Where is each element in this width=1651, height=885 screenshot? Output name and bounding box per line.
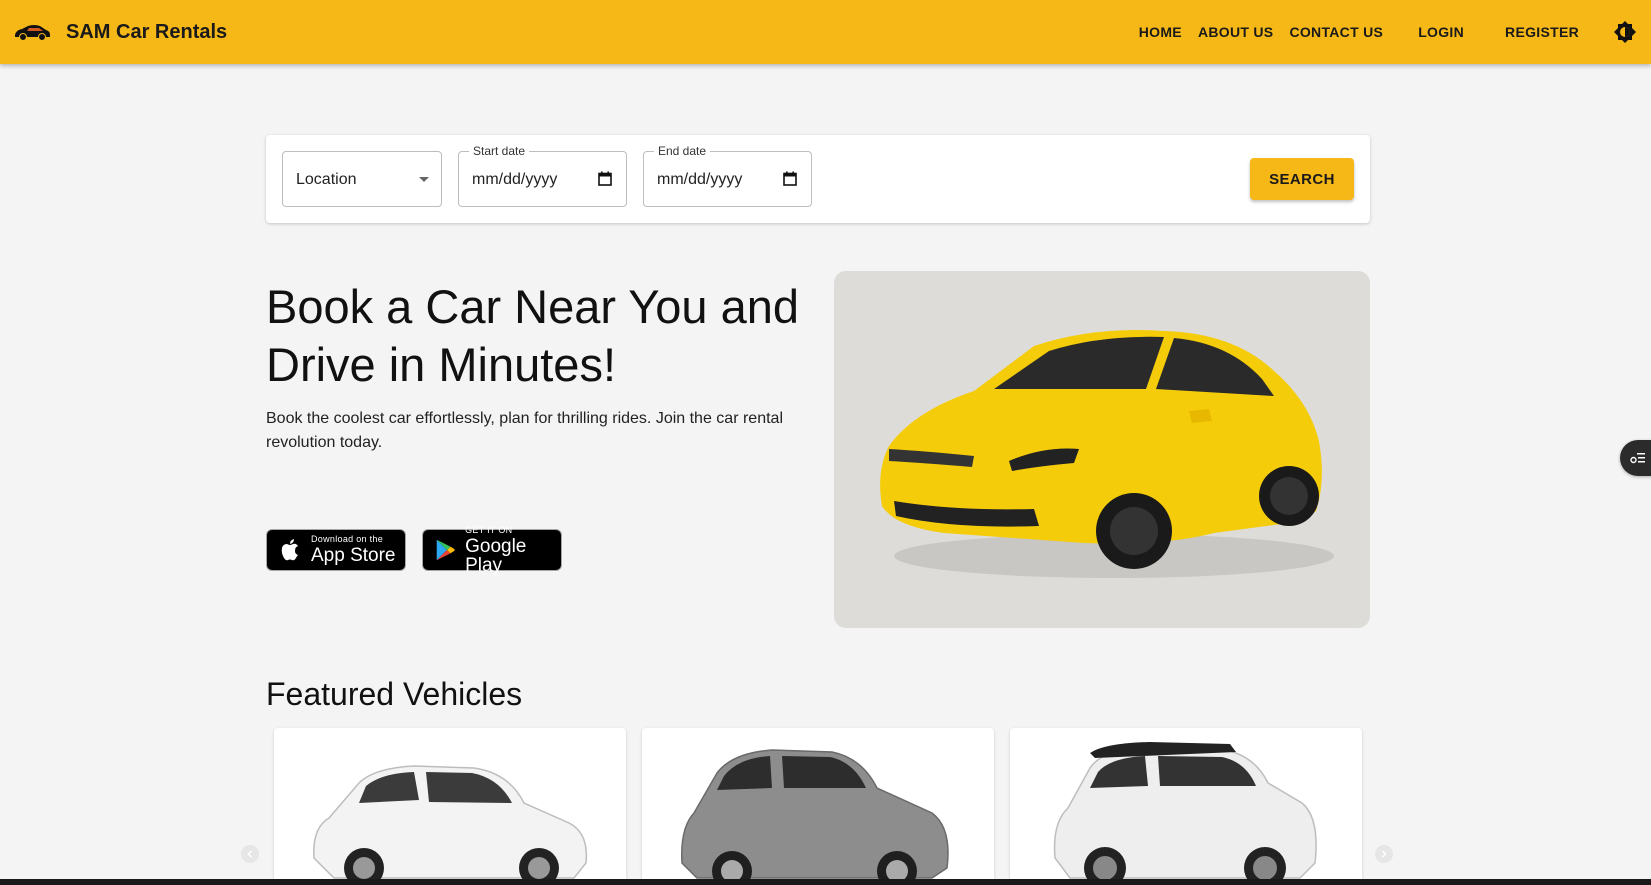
nav-about-us[interactable]: ABOUT US	[1198, 24, 1274, 40]
start-date-field[interactable]: Start date mm/dd/yyyy	[458, 144, 627, 207]
start-date-value: mm/dd/yyyy	[472, 171, 558, 188]
chevron-left-icon	[247, 850, 253, 858]
google-play-small-text: GET IT ON	[465, 524, 513, 535]
app-store-big-text: App Store	[311, 545, 396, 566]
nav-contact-us[interactable]: CONTACT US	[1289, 24, 1383, 40]
bottom-bar	[0, 879, 1651, 885]
brand[interactable]: SAM Car Rentals	[12, 20, 227, 44]
carousel-prev-button[interactable]	[241, 845, 259, 863]
white-hatchback-image	[313, 765, 588, 885]
nav-login[interactable]: LOGIN	[1418, 24, 1464, 40]
app-title: SAM Car Rentals	[66, 20, 228, 43]
list-settings-icon	[1630, 453, 1645, 464]
app-bar: SAM Car Rentals HOME ABOUT US CONTACT US…	[0, 0, 1651, 64]
location-select[interactable]: Location	[282, 151, 442, 207]
start-date-label: Start date	[469, 144, 530, 158]
app-store-small-text: Download on the	[311, 534, 384, 544]
location-value: Location	[296, 171, 357, 188]
yellow-suv-illustration	[880, 330, 1334, 578]
car-logo-icon	[15, 25, 50, 41]
apple-icon	[281, 539, 298, 561]
end-date-field[interactable]: End date mm/dd/yyyy	[643, 144, 812, 207]
vehicle-card[interactable]	[642, 728, 994, 885]
hero-car-image	[834, 271, 1370, 628]
grey-hatchback-image	[681, 749, 949, 885]
featured-title: Featured Vehicles	[266, 676, 523, 712]
end-date-value: mm/dd/yyyy	[657, 171, 743, 188]
brightness-icon[interactable]	[1613, 20, 1637, 44]
main-nav: HOME ABOUT US CONTACT US LOGIN REGISTER	[1139, 0, 1651, 64]
vehicle-card[interactable]	[1010, 728, 1362, 885]
search-card: Location Start date mm/dd/yyyy End date …	[266, 135, 1370, 223]
google-play-big-text: Google Play	[465, 535, 527, 576]
side-drawer-toggle[interactable]	[1620, 440, 1651, 476]
search-button[interactable]: SEARCH	[1250, 158, 1354, 200]
vehicle-card[interactable]	[274, 728, 626, 885]
calendar-icon[interactable]	[783, 171, 797, 186]
hero-title: Book a Car Near You and Drive in Minutes…	[266, 280, 800, 391]
app-store-badge[interactable]: Download on the App Store	[266, 529, 406, 571]
carousel-next-button[interactable]	[1375, 845, 1393, 863]
nav-home[interactable]: HOME	[1139, 24, 1182, 40]
hero-subtitle: Book the coolest car effortlessly, plan …	[266, 410, 783, 451]
white-suv-image	[1053, 742, 1317, 885]
nav-register[interactable]: REGISTER	[1505, 24, 1579, 40]
google-play-icon	[436, 539, 455, 561]
google-play-badge[interactable]: GET IT ON Google Play	[422, 524, 562, 575]
end-date-label: End date	[654, 144, 711, 158]
chevron-right-icon	[1381, 850, 1387, 858]
dropdown-arrow-icon	[419, 177, 429, 182]
calendar-icon[interactable]	[598, 171, 612, 186]
